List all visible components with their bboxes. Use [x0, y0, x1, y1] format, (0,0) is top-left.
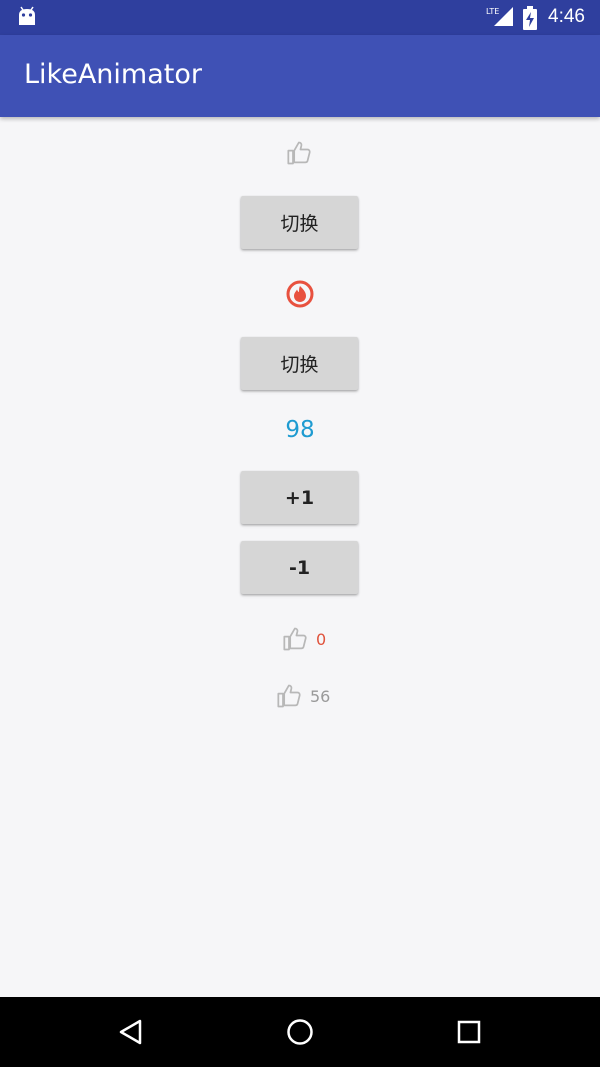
like-row-1[interactable]: 0 [282, 625, 326, 653]
svg-text:LTE: LTE [486, 7, 499, 16]
switch-button-1[interactable]: 切换 [241, 196, 358, 249]
switch-button-2[interactable]: 切换 [241, 337, 358, 390]
android-icon [19, 6, 35, 25]
status-bar: LTE 4:46 [0, 0, 600, 35]
thumb-up-icon [283, 627, 307, 651]
plus-one-button[interactable]: +1 [241, 471, 358, 524]
home-icon[interactable] [286, 1018, 314, 1046]
status-time: 4:46 [548, 6, 585, 27]
like-count-2: 56 [310, 686, 331, 706]
lte-signal-icon: LTE [486, 7, 513, 26]
counter-value: 98 [285, 417, 315, 443]
navigation-bar [0, 997, 600, 1067]
thumb-up-icon [277, 684, 301, 708]
minus-one-button[interactable]: -1 [241, 541, 358, 594]
content-area: 切换 切换 98 +1 -1 0 56 [0, 117, 600, 997]
like-count-1: 0 [316, 629, 327, 649]
fire-icon[interactable] [286, 280, 314, 308]
back-icon[interactable] [118, 1019, 144, 1045]
app-title: LikeAnimator [24, 59, 202, 90]
app-bar: LikeAnimator [0, 35, 600, 117]
battery-charging-icon [523, 6, 537, 30]
like-row-2[interactable]: 56 [276, 682, 330, 710]
thumb-up-icon[interactable] [286, 139, 314, 167]
recents-icon[interactable] [457, 1020, 481, 1044]
